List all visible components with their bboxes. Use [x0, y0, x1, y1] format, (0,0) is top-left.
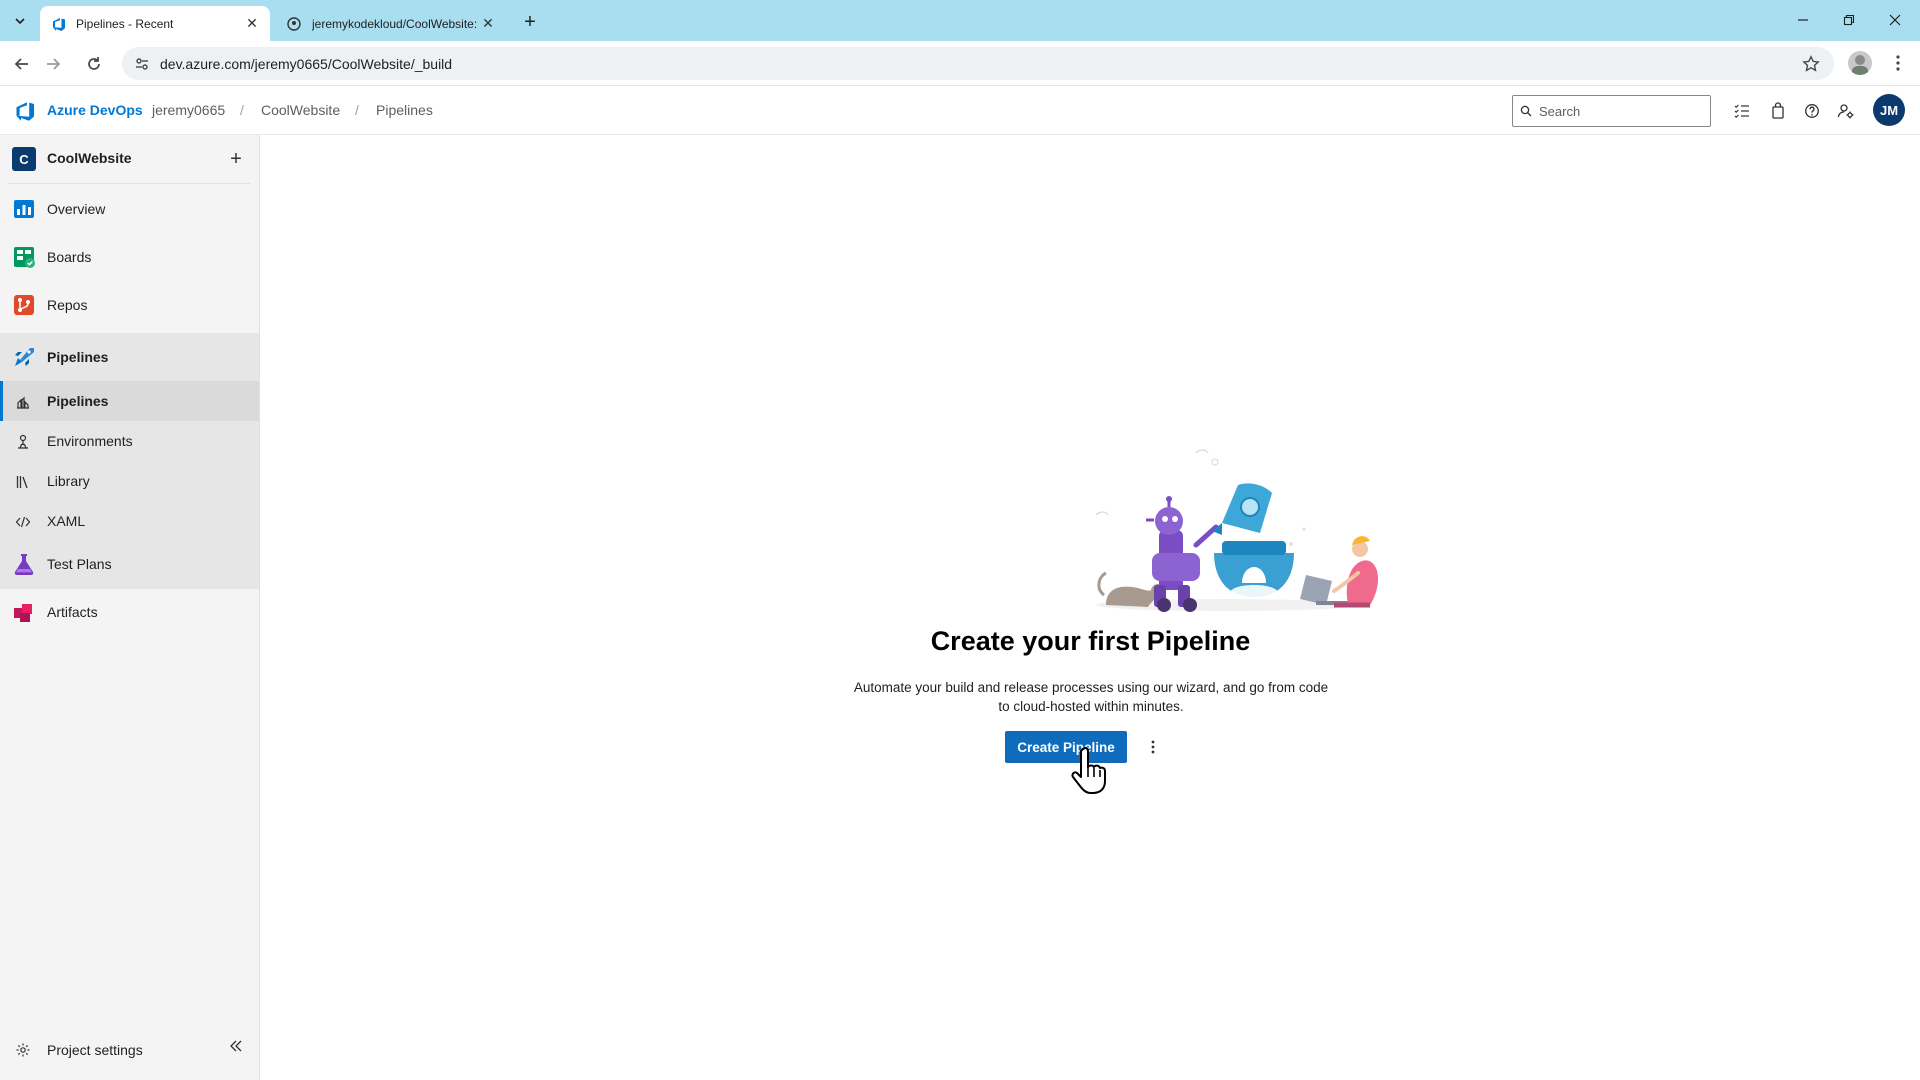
back-arrow-icon[interactable]	[7, 49, 37, 79]
sidebar-subitem-library[interactable]: Library	[0, 461, 259, 501]
overview-icon	[14, 200, 34, 218]
environments-icon	[14, 433, 32, 451]
url-text: dev.azure.com/jeremy0665/CoolWebsite/_bu…	[160, 55, 453, 72]
project-header[interactable]: C CoolWebsite +	[0, 135, 259, 183]
sidebar-item-label: Test Plans	[47, 556, 112, 572]
breadcrumb-separator: /	[240, 102, 244, 118]
divider	[8, 183, 250, 184]
test-plans-icon	[14, 554, 34, 575]
boards-icon	[14, 247, 35, 268]
new-tab-plus-icon[interactable]: +	[518, 10, 542, 34]
sidebar-item-label: Repos	[47, 297, 88, 313]
pipelines-sub-icon	[14, 393, 32, 411]
ado-header: Azure DevOps jeremy0665 / CoolWebsite / …	[0, 86, 1920, 135]
browser-menu-icon[interactable]	[1886, 51, 1910, 75]
user-avatar[interactable]: JM	[1873, 94, 1905, 126]
sidebar-subitem-pipelines[interactable]: Pipelines	[0, 381, 259, 421]
browser-tab-inactive[interactable]: jeremykodekloud/CoolWebsite: ✕	[276, 6, 506, 41]
azure-devops-logo-icon[interactable]	[12, 99, 36, 123]
search-box[interactable]	[1512, 95, 1711, 127]
pipelines-icon	[15, 348, 34, 366]
pipeline-illustration	[1095, 449, 1378, 612]
browser-tab-bar: Pipelines - Recent ✕ jeremykodekloud/Coo…	[0, 0, 1920, 41]
sidebar-item-overview[interactable]: Overview	[0, 185, 259, 233]
browser-tab-title: jeremykodekloud/CoolWebsite:	[312, 16, 478, 31]
repos-icon	[14, 295, 34, 315]
sidebar-subitem-environments[interactable]: Environments	[0, 421, 259, 461]
project-settings-link[interactable]: Project settings	[0, 1030, 259, 1070]
user-settings-icon[interactable]	[1834, 99, 1858, 123]
sidebar-item-label: Pipelines	[47, 393, 109, 409]
search-icon	[1513, 105, 1539, 117]
sidebar-item-label: XAML	[47, 513, 86, 529]
sidebar-item-pipelines[interactable]: Pipelines	[0, 333, 259, 381]
sidebar-item-test-plans[interactable]: Test Plans	[0, 540, 259, 588]
azure-devops-brand[interactable]: Azure DevOps	[47, 102, 143, 118]
project-settings-label: Project settings	[47, 1042, 143, 1058]
sidebar-item-artifacts[interactable]: Artifacts	[0, 588, 259, 636]
restore-icon[interactable]	[1826, 6, 1872, 34]
tab-search-button[interactable]	[8, 9, 32, 33]
sidebar-item-label: Pipelines	[47, 349, 109, 365]
breadcrumb-organization[interactable]: jeremy0665	[152, 102, 225, 118]
breadcrumb-pipelines[interactable]: Pipelines	[376, 102, 433, 118]
sidebar-item-repos[interactable]: Repos	[0, 281, 259, 329]
search-input[interactable]	[1539, 103, 1699, 119]
breadcrumb-project[interactable]: CoolWebsite	[261, 102, 340, 118]
main-content: Create your first Pipeline Automate your…	[261, 135, 1920, 1080]
address-bar[interactable]: dev.azure.com/jeremy0665/CoolWebsite/_bu…	[122, 47, 1834, 80]
gear-icon	[14, 1041, 32, 1059]
browser-toolbar: dev.azure.com/jeremy0665/CoolWebsite/_bu…	[0, 41, 1920, 86]
site-info-icon[interactable]	[126, 47, 158, 80]
sidebar-item-boards[interactable]: Boards	[0, 233, 259, 281]
sidebar: C CoolWebsite + Overview Boards Repos Pi…	[0, 135, 260, 1080]
add-plus-icon[interactable]: +	[224, 147, 248, 171]
artifacts-icon	[14, 604, 32, 622]
xaml-icon	[14, 513, 32, 531]
close-tab-icon[interactable]: ✕	[480, 15, 496, 32]
library-icon	[14, 473, 32, 491]
project-badge: C	[12, 147, 36, 171]
browser-tab-title: Pipelines - Recent	[76, 16, 174, 31]
project-name: CoolWebsite	[47, 150, 132, 166]
close-tab-icon[interactable]: ✕	[244, 15, 260, 32]
sidebar-item-label: Artifacts	[47, 604, 98, 620]
github-favicon-icon	[286, 16, 302, 32]
reload-icon[interactable]	[79, 49, 109, 79]
sidebar-item-label: Boards	[47, 249, 92, 265]
marketplace-bag-icon[interactable]	[1766, 99, 1790, 123]
browser-profile-avatar[interactable]	[1848, 51, 1872, 75]
more-options-icon[interactable]	[1141, 734, 1165, 760]
minimize-icon[interactable]	[1780, 6, 1826, 34]
browser-tab-active[interactable]: Pipelines - Recent ✕	[40, 6, 270, 41]
hand-cursor-icon	[1071, 746, 1106, 794]
breadcrumb-separator: /	[355, 102, 359, 118]
azure-devops-favicon-icon	[50, 16, 66, 32]
work-items-list-icon[interactable]	[1730, 99, 1754, 123]
sidebar-subitem-xaml[interactable]: XAML	[0, 501, 259, 541]
sidebar-item-label: Overview	[47, 201, 106, 217]
bookmark-star-icon[interactable]	[1800, 53, 1822, 75]
empty-state-description: Automate your build and release processe…	[853, 680, 1329, 714]
sidebar-item-label: Library	[47, 473, 90, 489]
collapse-sidebar-icon[interactable]	[224, 1034, 248, 1058]
sidebar-item-label: Environments	[47, 433, 133, 449]
help-icon[interactable]	[1800, 99, 1824, 123]
window-close-icon[interactable]	[1872, 6, 1918, 34]
forward-arrow-icon[interactable]	[38, 49, 68, 79]
chevron-down-icon	[15, 18, 25, 25]
empty-state-title: Create your first Pipeline	[930, 626, 1251, 656]
